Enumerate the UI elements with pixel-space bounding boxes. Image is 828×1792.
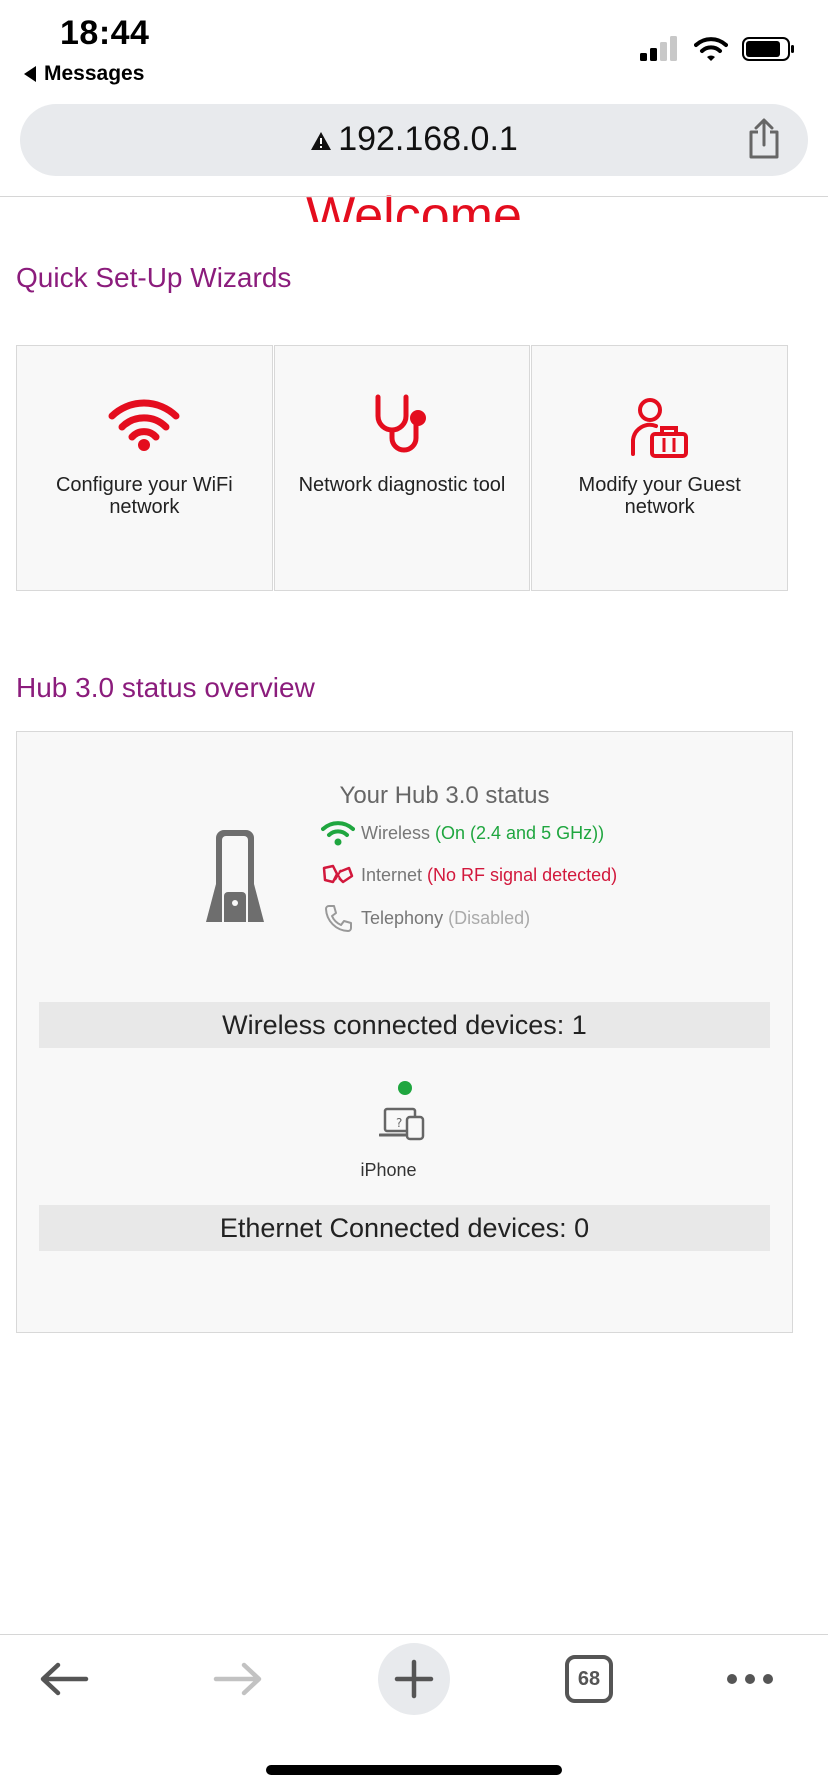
- arrow-right-icon: [213, 1662, 262, 1696]
- stethoscope-icon: [375, 394, 426, 453]
- plus-icon: [394, 1659, 434, 1699]
- toolbar-divider: [0, 1634, 828, 1635]
- status-value: (On (2.4 and 5 GHz)): [435, 822, 605, 843]
- status-section-title: Hub 3.0 status overview: [16, 672, 315, 703]
- wizards-grid: Configure your WiFi network Network diag…: [16, 345, 789, 591]
- back-to-messages-link[interactable]: Messages: [24, 62, 144, 86]
- wizard-guest-network[interactable]: Modify your Guest network: [531, 345, 789, 591]
- status-label: Telephony: [361, 907, 444, 928]
- url-display[interactable]: 192.168.0.1: [20, 120, 808, 159]
- status-value: (Disabled): [448, 907, 531, 928]
- wizards-section-title: Quick Set-Up Wizards: [16, 262, 292, 293]
- device-name: iPhone: [360, 1160, 417, 1180]
- svg-text:?: ?: [396, 1116, 402, 1130]
- wizard-label: Network diagnostic tool: [298, 474, 506, 496]
- back-button[interactable]: [34, 1646, 94, 1712]
- wifi-icon: [108, 399, 180, 451]
- guest-user-icon: [630, 398, 688, 458]
- new-tab-button[interactable]: [378, 1643, 450, 1715]
- battery-icon: [742, 37, 794, 61]
- more-dots-icon: [727, 1674, 773, 1684]
- back-arrow-icon: [24, 66, 36, 82]
- phone-icon: [325, 905, 352, 932]
- tabs-count: 68: [565, 1655, 613, 1703]
- wizard-label: Modify your Guest network: [578, 474, 741, 518]
- share-button[interactable]: [746, 118, 782, 165]
- disconnected-plug-icon: [322, 864, 354, 884]
- clock: 18:44: [60, 14, 150, 52]
- tabs-button[interactable]: 68: [564, 1646, 614, 1712]
- cellular-signal-icon: [640, 36, 677, 61]
- not-secure-warning-icon: [311, 132, 332, 151]
- ethernet-devices-bar: Ethernet Connected devices: 0: [39, 1205, 770, 1251]
- hub-router-icon: [206, 830, 264, 922]
- hub-status-panel: Your Hub 3.0 status Wireless (On (2.4 an…: [16, 731, 793, 1333]
- status-label: Internet: [361, 864, 423, 885]
- wifi-icon: [321, 821, 355, 846]
- status-row-internet: Internet (No RF signal detected): [321, 862, 617, 888]
- system-icons: [640, 36, 796, 62]
- address-bar-divider: [0, 196, 828, 197]
- address-bar[interactable]: 192.168.0.1: [20, 104, 808, 176]
- back-app-label: Messages: [44, 62, 145, 85]
- wizard-label: Configure your WiFi network: [55, 474, 233, 518]
- status-value: (No RF signal detected): [427, 864, 618, 885]
- home-indicator[interactable]: [266, 1765, 562, 1775]
- status-bar: 18:44 Messages: [0, 0, 828, 96]
- status-row-wireless: Wireless (On (2.4 and 5 GHz)): [321, 820, 604, 846]
- more-menu-button[interactable]: [724, 1646, 776, 1712]
- url-text: 192.168.0.1: [338, 120, 518, 158]
- arrow-left-icon: [40, 1662, 89, 1696]
- share-icon: [749, 118, 779, 159]
- wireless-devices-bar: Wireless connected devices: 1: [39, 1002, 770, 1048]
- wizard-network-diagnostic[interactable]: Network diagnostic tool: [273, 345, 531, 591]
- status-row-telephony: Telephony (Disabled): [321, 904, 530, 932]
- device-icon[interactable]: ?: [379, 1107, 427, 1141]
- wizard-configure-wifi[interactable]: Configure your WiFi network: [16, 345, 273, 591]
- hub-status-title: Your Hub 3.0 status: [339, 782, 550, 809]
- status-label: Wireless: [361, 822, 431, 843]
- forward-button[interactable]: [208, 1646, 268, 1712]
- wifi-status-icon: [694, 37, 728, 61]
- online-indicator-dot: [398, 1081, 412, 1095]
